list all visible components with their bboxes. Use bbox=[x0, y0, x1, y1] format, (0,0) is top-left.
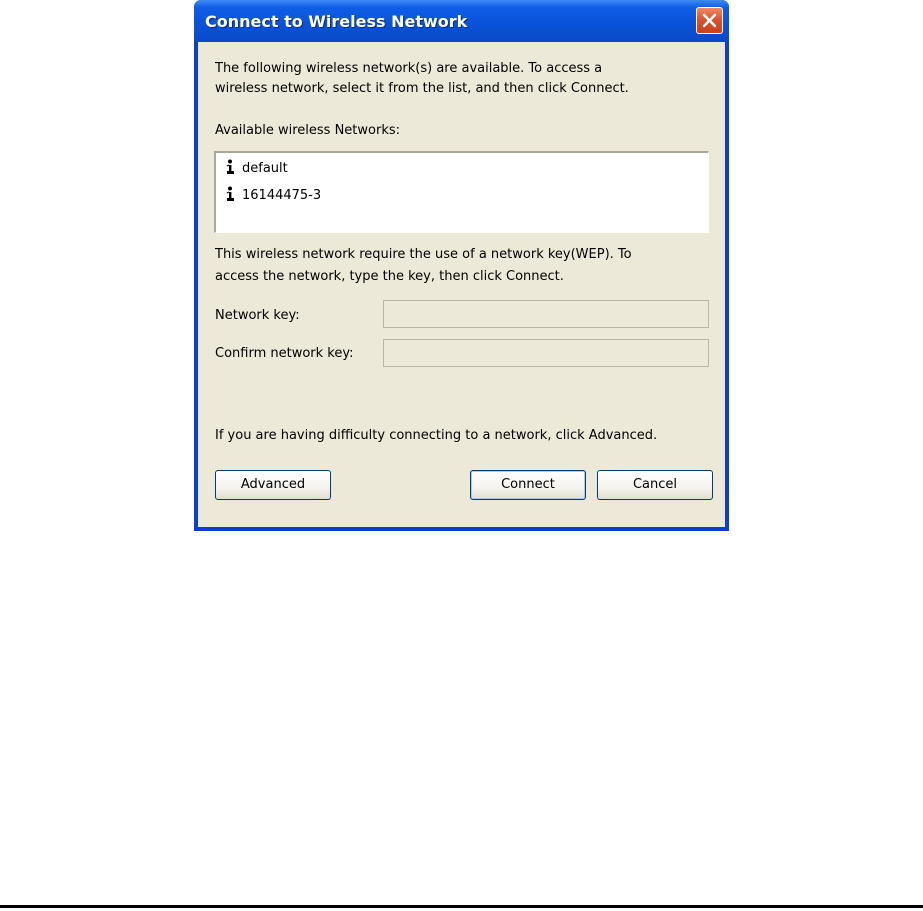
wep-notice-line-2: access the network, type the key, then c… bbox=[215, 269, 564, 284]
help-text: If you are having difficulty connecting … bbox=[215, 428, 658, 443]
available-networks-label: Available wireless Networks: bbox=[215, 123, 400, 138]
advanced-button[interactable]: Advanced bbox=[215, 470, 331, 500]
connect-wireless-dialog: Connect to Wireless Network The followin… bbox=[194, 0, 729, 531]
intro-text-line-2: wireless network, select it from the lis… bbox=[215, 81, 629, 96]
network-name: default bbox=[242, 161, 288, 176]
page-divider-line bbox=[0, 905, 923, 908]
dialog-body: The following wireless network(s) are av… bbox=[198, 42, 725, 527]
confirm-network-key-label: Confirm network key: bbox=[215, 346, 354, 361]
title-bar[interactable]: Connect to Wireless Network bbox=[194, 0, 729, 42]
network-key-field[interactable] bbox=[383, 300, 709, 328]
window-title: Connect to Wireless Network bbox=[205, 12, 468, 31]
cancel-button[interactable]: Cancel bbox=[597, 470, 713, 500]
network-key-label: Network key: bbox=[215, 308, 300, 323]
list-item-network-16144475-3[interactable]: 16144475-3 bbox=[226, 185, 321, 207]
wireless-network-icon bbox=[226, 186, 234, 201]
wep-notice-line-1: This wireless network require the use of… bbox=[215, 247, 632, 262]
network-name: 16144475-3 bbox=[242, 188, 322, 203]
list-item-network-default[interactable]: default bbox=[226, 158, 288, 180]
close-icon bbox=[702, 13, 717, 28]
wireless-network-icon bbox=[226, 159, 234, 174]
confirm-network-key-field[interactable] bbox=[383, 339, 709, 367]
connect-button[interactable]: Connect bbox=[470, 470, 586, 500]
close-button[interactable] bbox=[696, 7, 723, 34]
network-listbox[interactable]: default 16144475-3 bbox=[214, 151, 709, 233]
intro-text-line-1: The following wireless network(s) are av… bbox=[215, 61, 603, 76]
